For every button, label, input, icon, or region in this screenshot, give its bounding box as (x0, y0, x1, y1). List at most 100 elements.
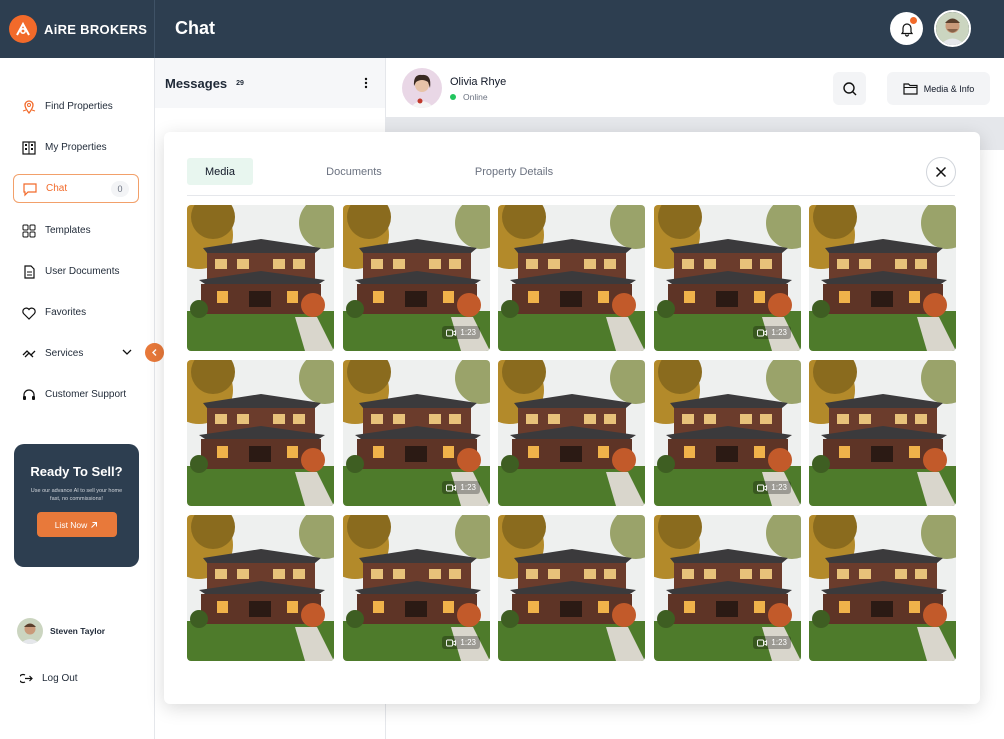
video-duration-badge: 1:23 (442, 326, 480, 339)
tab-media[interactable]: Media (187, 158, 253, 185)
profile-avatar[interactable] (934, 10, 971, 47)
media-image-tile[interactable] (498, 515, 645, 661)
chevron-down-icon (121, 346, 133, 361)
media-modal: Media Documents Property Details 1:23 1:… (164, 132, 980, 704)
sidebar-item-label: My Properties (45, 142, 107, 153)
arrow-up-right-icon (91, 521, 98, 528)
folder-icon (903, 83, 918, 95)
logout-button[interactable]: Log Out (20, 672, 78, 685)
headset-icon (20, 386, 38, 404)
media-video-tile[interactable]: 1:23 (654, 515, 801, 661)
house-thumbnail (187, 205, 334, 351)
media-video-tile[interactable]: 1:23 (343, 515, 490, 661)
chat-search-button[interactable] (833, 72, 866, 105)
video-duration-badge: 1:23 (753, 636, 791, 649)
house-thumbnail (187, 360, 334, 506)
user-profile[interactable]: Steven Taylor (17, 618, 105, 644)
building-icon (20, 139, 38, 157)
sidebar: Find Properties My Properties Chat 0 Tem… (0, 58, 155, 739)
media-info-label: Media & Info (923, 83, 975, 94)
house-thumbnail (187, 515, 334, 661)
heart-icon (20, 304, 38, 322)
video-duration: 1:23 (460, 638, 476, 647)
map-pin-icon (20, 98, 38, 116)
media-video-tile[interactable]: 1:23 (654, 205, 801, 351)
status-label: Online (463, 92, 488, 102)
video-icon (757, 484, 768, 491)
tab-property-details[interactable]: Property Details (461, 158, 567, 185)
online-dot (450, 94, 456, 100)
chevron-left-icon (152, 349, 157, 356)
contact-status: Online (450, 92, 488, 102)
avatar (17, 618, 43, 644)
sidebar-item-label: Find Properties (45, 101, 113, 112)
modal-tabs: Media Documents Property Details (187, 158, 955, 196)
user-name: Steven Taylor (50, 626, 106, 636)
contact-name: Olivia Rhye (450, 76, 507, 88)
brand[interactable]: AiRE BROKERS (0, 0, 155, 58)
brand-name: AiRE BROKERS (44, 21, 148, 37)
sidebar-item-label: Chat (46, 183, 68, 194)
messages-header: Messages 29 (155, 58, 385, 108)
video-duration-badge: 1:23 (442, 636, 480, 649)
search-icon (842, 81, 856, 95)
sell-card-text: Use our advance AI to sell your home fas… (30, 488, 123, 502)
collapse-sidebar-button[interactable] (145, 343, 164, 362)
chat-icon (21, 180, 39, 198)
logout-label: Log Out (42, 673, 78, 684)
logout-icon (20, 673, 33, 684)
media-image-tile[interactable] (187, 515, 334, 661)
house-thumbnail (809, 515, 956, 661)
sidebar-item-label: Favorites (45, 307, 87, 318)
media-video-tile[interactable]: 1:23 (654, 360, 801, 506)
video-duration-badge: 1:23 (753, 481, 791, 494)
media-image-tile[interactable] (187, 360, 334, 506)
media-video-tile[interactable]: 1:23 (343, 205, 490, 351)
sidebar-item-user-documents[interactable]: User Documents (13, 257, 139, 286)
chat-count-badge: 0 (111, 181, 129, 197)
video-icon (757, 639, 768, 646)
media-image-tile[interactable] (809, 205, 956, 351)
video-duration: 1:23 (460, 483, 476, 492)
media-video-tile[interactable]: 1:23 (343, 360, 490, 506)
messages-count: 29 (236, 79, 244, 87)
sidebar-item-templates[interactable]: Templates (13, 216, 139, 245)
house-thumbnail (498, 205, 645, 351)
media-image-tile[interactable] (809, 515, 956, 661)
house-thumbnail (809, 205, 956, 351)
sidebar-item-find-properties[interactable]: Find Properties (13, 92, 139, 121)
page-title: Chat (175, 18, 215, 38)
close-button[interactable] (926, 157, 956, 187)
sidebar-item-label: Templates (45, 225, 91, 236)
chat-header: Olivia Rhye Online Media & Info (386, 58, 1004, 118)
ready-to-sell-card: Ready To Sell? Use our advance AI to sel… (14, 444, 139, 567)
document-icon (20, 263, 38, 281)
sidebar-item-customer-support[interactable]: Customer Support (13, 380, 139, 409)
video-duration: 1:23 (771, 328, 787, 337)
sidebar-item-favorites[interactable]: Favorites (13, 298, 139, 327)
notification-button[interactable] (890, 12, 923, 45)
list-now-button[interactable]: List Now (36, 512, 117, 537)
sidebar-item-label: Customer Support (45, 389, 127, 400)
sell-card-title: Ready To Sell? (30, 464, 123, 479)
media-grid: 1:23 1:23 1:23 1:23 1:23 1:23 (187, 205, 956, 661)
house-thumbnail (498, 515, 645, 661)
media-image-tile[interactable] (809, 360, 956, 506)
more-options-icon[interactable] (361, 76, 371, 95)
sidebar-item-chat[interactable]: Chat 0 (13, 174, 139, 203)
media-image-tile[interactable] (498, 360, 645, 506)
house-thumbnail (809, 360, 956, 506)
sidebar-item-my-properties[interactable]: My Properties (13, 133, 139, 162)
close-icon (935, 166, 947, 178)
media-image-tile[interactable] (498, 205, 645, 351)
notification-dot (910, 17, 917, 24)
media-image-tile[interactable] (187, 205, 334, 351)
media-info-button[interactable]: Media & Info (887, 72, 990, 105)
tab-documents[interactable]: Documents (313, 158, 395, 185)
services-icon (20, 345, 38, 363)
video-icon (446, 639, 457, 646)
contact-avatar[interactable] (402, 68, 442, 108)
sidebar-item-services[interactable]: Services (13, 339, 139, 368)
house-thumbnail (498, 360, 645, 506)
video-duration-badge: 1:23 (753, 326, 791, 339)
